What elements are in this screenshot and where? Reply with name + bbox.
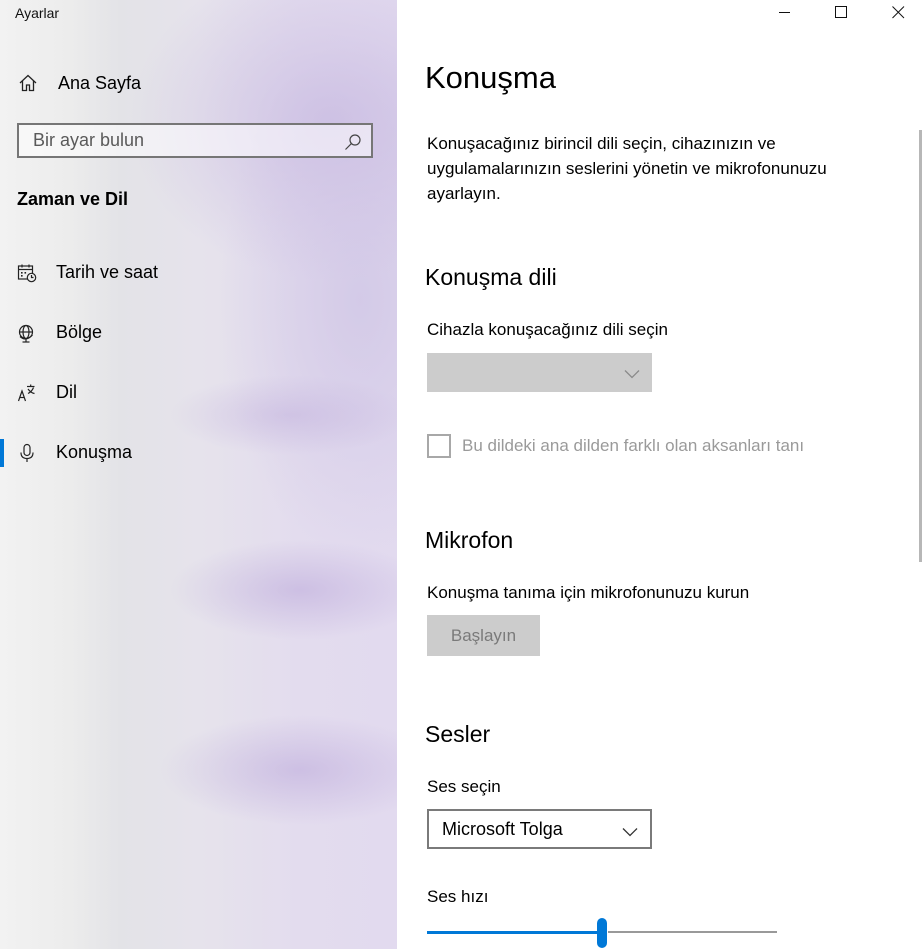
home-icon: [18, 73, 38, 93]
sidebar-item-speech[interactable]: Konuşma: [0, 431, 397, 475]
chevron-down-icon: [622, 824, 638, 837]
sidebar: Ayarlar Ana Sayfa Zaman ve Dil: [0, 0, 397, 949]
scrollbar[interactable]: [919, 130, 922, 562]
speech-language-heading: Konuşma dili: [425, 264, 557, 290]
search-icon[interactable]: [344, 133, 362, 151]
accent-checkbox-label: Bu dildeki ana dilden farklı olan aksanl…: [462, 436, 805, 455]
dropdown-value: Microsoft Tolga: [442, 819, 563, 839]
slider-empty-track: [608, 931, 777, 933]
sidebar-item-label: Bölge: [56, 322, 103, 342]
microphone-caption: Konuşma tanıma için mikrofonunuzu kurun: [427, 583, 750, 602]
voice-dropdown[interactable]: Microsoft Tolga: [427, 809, 652, 849]
sidebar-item-label: Dil: [56, 382, 77, 402]
sidebar-item-date-time[interactable]: Tarih ve saat: [0, 251, 397, 295]
microphone-icon: [17, 443, 37, 463]
home-link[interactable]: Ana Sayfa: [0, 64, 397, 104]
sidebar-item-label: Tarih ve saat: [56, 262, 159, 282]
accent-checkbox[interactable]: [427, 434, 451, 458]
sidebar-item-region[interactable]: Bölge: [0, 311, 397, 355]
slider-filled-track: [427, 931, 602, 934]
main-content: Konuşma Konuşacağınız birincil dili seçi…: [397, 0, 924, 949]
microphone-heading: Mikrofon: [425, 527, 514, 553]
chevron-down-icon: [624, 366, 640, 379]
globe-icon: [17, 323, 37, 343]
search-input[interactable]: [19, 125, 343, 156]
speech-language-dropdown[interactable]: [427, 353, 652, 392]
voices-heading: Sesler: [425, 721, 491, 747]
window-title: Ayarlar: [15, 5, 60, 21]
maximize-button[interactable]: [818, 0, 864, 28]
minimize-button[interactable]: [761, 0, 807, 28]
page-description: Konuşacağınız birincil dili seçin, cihaz…: [427, 134, 827, 203]
sidebar-item-label: Konuşma: [56, 442, 133, 462]
slider-thumb[interactable]: [597, 918, 607, 948]
get-started-button[interactable]: Başlayın: [427, 615, 540, 656]
speech-language-caption: Cihazla konuşacağınız dili seçin: [427, 320, 668, 339]
voice-select-caption: Ses seçin: [427, 777, 501, 796]
page-title: Konuşma: [425, 60, 556, 95]
settings-search-box[interactable]: [17, 123, 373, 158]
voice-speed-slider[interactable]: [427, 918, 777, 948]
voice-speed-caption: Ses hızı: [427, 887, 489, 906]
calendar-clock-icon: [17, 263, 37, 283]
sidebar-item-language[interactable]: Dil: [0, 371, 397, 415]
section-title: Zaman ve Dil: [17, 189, 129, 209]
language-icon: [17, 383, 37, 403]
selection-indicator: [0, 439, 4, 467]
home-label: Ana Sayfa: [58, 73, 142, 93]
close-button[interactable]: [875, 0, 921, 28]
